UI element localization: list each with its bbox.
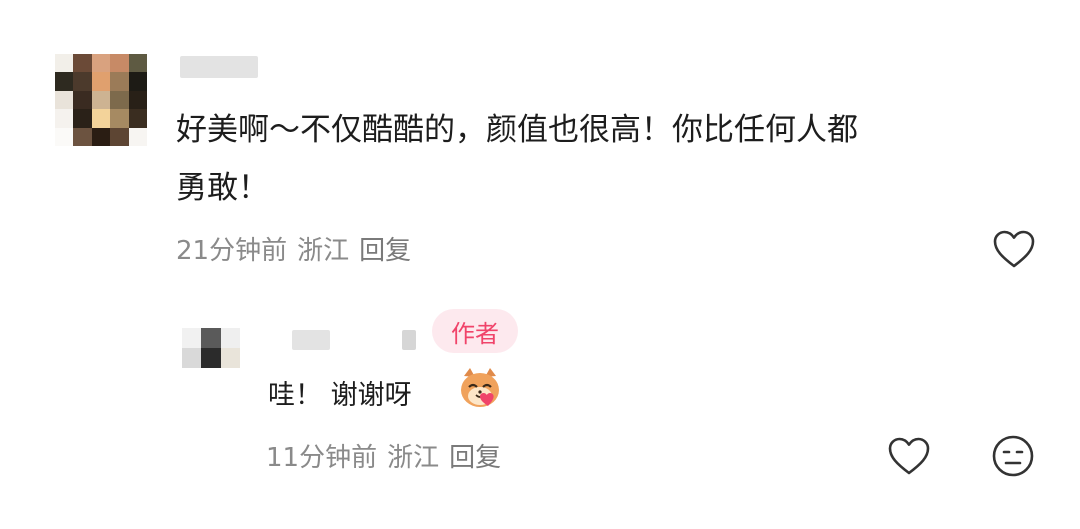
avatar-pixel [220,348,240,368]
avatar-pixel [128,72,147,91]
avatar-pixel [91,54,111,73]
cat-heart-sticker-icon [456,366,504,414]
comment-meta: 21分钟前 浙江 回复 [176,230,421,267]
like-heart-icon[interactable] [991,226,1037,272]
avatar-pixel [110,90,129,110]
avatar-pixel [55,127,74,146]
avatar-pixel [128,127,147,146]
comment-text-line-1: 好美啊～不仅酷酷的，颜值也很高！你比任何人都 [176,112,858,148]
reply-text: 哇！ 谢谢呀 [268,380,412,411]
comment-reply-button[interactable]: 回复 [359,236,411,266]
commenter-avatar[interactable] [55,54,147,146]
avatar-pixel [182,328,202,348]
avatar-pixel [73,109,92,128]
commenter-name-redacted[interactable] [180,56,258,78]
avatar-pixel [110,54,129,73]
avatar-pixel [128,109,147,128]
comment-text-line-2: 勇敢！ [176,170,269,206]
reply-meta: 11分钟前 浙江 回复 [266,437,511,474]
avatar-pixel [55,90,74,110]
avatar-pixel [182,348,202,368]
avatar-pixel [91,109,111,128]
avatar-pixel [55,54,74,73]
avatar-pixel [220,328,240,348]
avatar-pixel [73,127,92,146]
reply-location: 浙江 [387,443,440,473]
avatar-pixel [91,90,111,110]
avatar-pixel [55,72,74,91]
reply-like-heart-icon[interactable] [886,433,932,479]
avatar-pixel [128,90,147,110]
avatar-pixel [110,72,129,91]
avatar-pixel [110,127,129,146]
dislike-face-icon[interactable] [990,433,1036,479]
avatar-pixel [91,72,111,91]
avatar-pixel [73,72,92,91]
reply-time: 11分钟前 [266,443,378,473]
avatar-pixel [55,109,74,128]
author-name-redacted-1[interactable] [292,330,330,350]
author-badge: 作者 [432,309,518,353]
avatar-pixel [91,127,111,146]
reply-reply-button[interactable]: 回复 [449,443,501,473]
author-name-redacted-2[interactable] [402,330,416,350]
avatar-pixel [73,54,92,73]
author-avatar[interactable] [182,328,240,368]
avatar-pixel [201,328,221,348]
comment-location: 浙江 [297,236,350,266]
avatar-pixel [73,90,92,110]
avatar-pixel [110,109,129,128]
avatar-pixel [201,348,221,368]
comment-time: 21分钟前 [176,236,288,266]
avatar-pixel [128,54,147,73]
